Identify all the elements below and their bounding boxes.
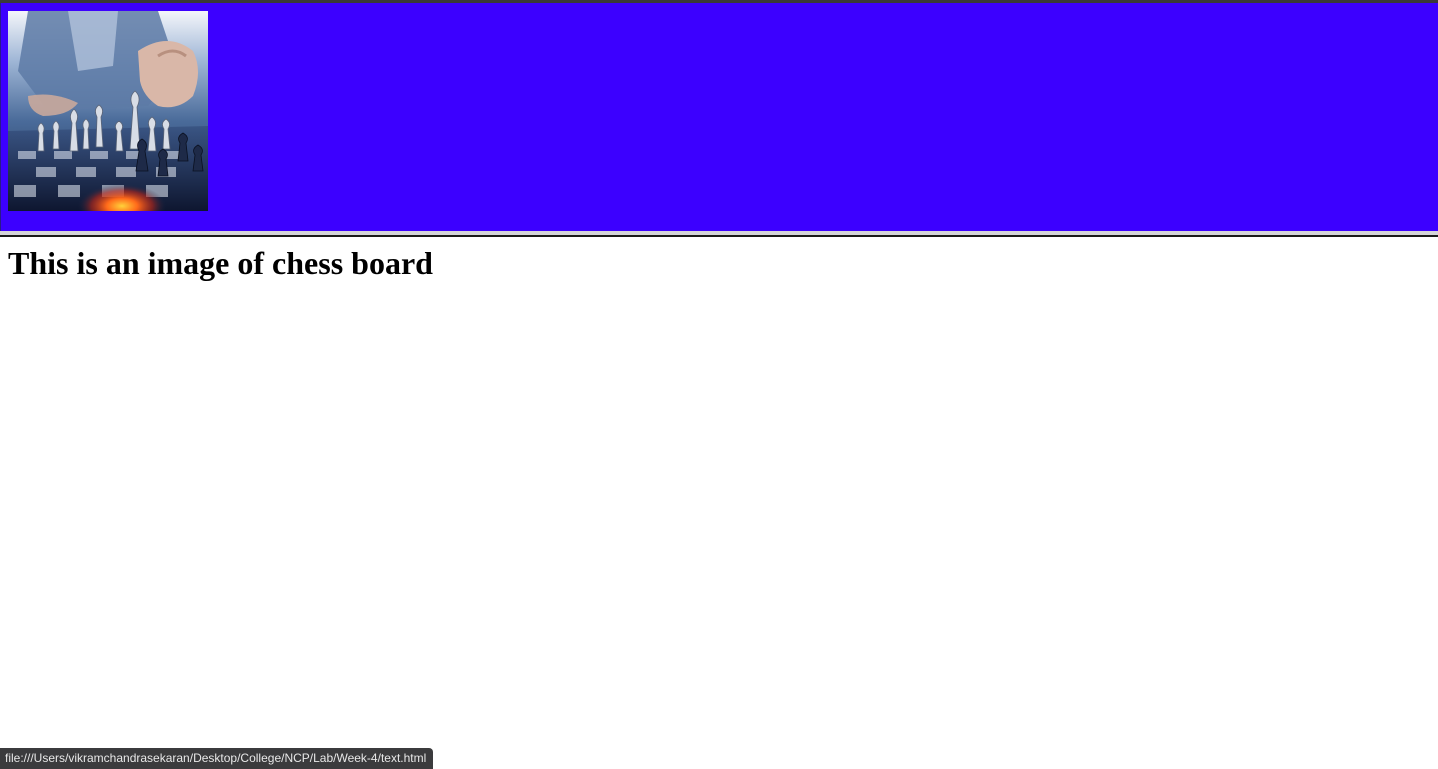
- link-status-bar: file:///Users/vikramchandrasekaran/Deskt…: [0, 748, 434, 769]
- horizontal-rule: [0, 235, 1438, 237]
- chess-board-image: [8, 11, 208, 211]
- chess-photo-icon: [8, 11, 208, 211]
- page-heading: This is an image of chess board: [8, 245, 433, 281]
- header-banner: [0, 3, 1438, 231]
